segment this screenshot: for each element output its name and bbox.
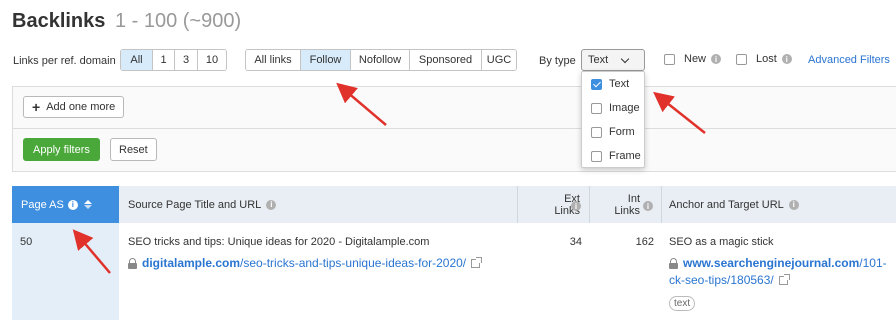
arrow-to-page-as (72, 229, 111, 274)
annotation-arrows (72, 82, 706, 274)
arrow-to-follow (336, 82, 387, 126)
arrow-to-by-type (653, 91, 706, 134)
